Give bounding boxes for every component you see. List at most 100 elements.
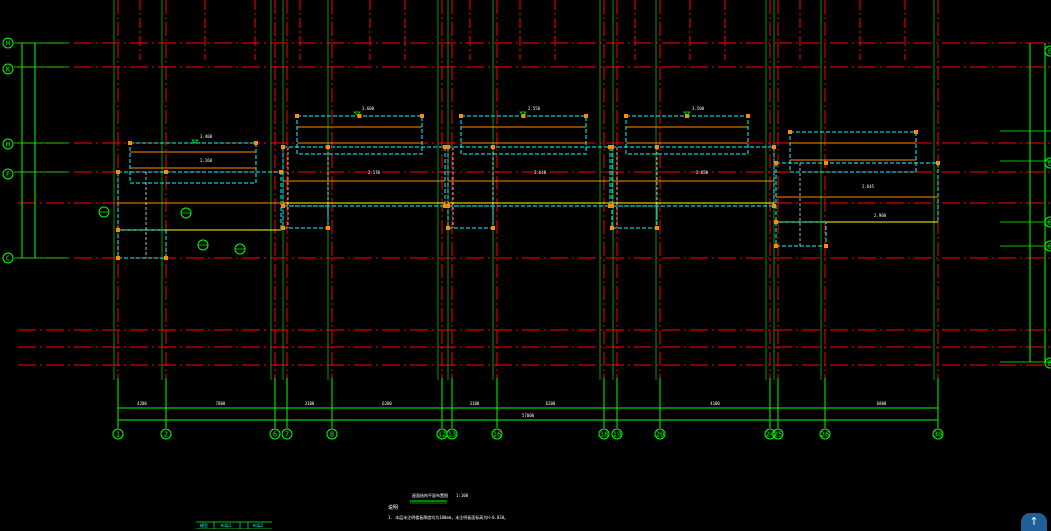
block5-pocket <box>775 221 827 247</box>
room-area-label: 2.160 <box>200 158 213 163</box>
column-dimension: 3100 <box>470 401 480 406</box>
block5-column <box>914 130 918 134</box>
room-area-label: 2.570 <box>368 170 381 175</box>
block4-column <box>772 145 776 149</box>
block2-column <box>295 114 299 118</box>
block2-upper-wing <box>296 115 423 155</box>
up-arrow-icon[interactable]: ↑ <box>1021 513 1047 531</box>
block3-column <box>446 204 450 208</box>
block1-column <box>254 141 258 145</box>
drawing-title: 屋面结构平面布置图 <box>412 492 448 498</box>
block3-column <box>491 145 495 149</box>
block2-pocket <box>282 205 329 229</box>
column-dimension: 6200 <box>382 401 392 406</box>
block4-column <box>772 204 776 208</box>
axis-bubble-bottom-label: 19 <box>613 431 621 439</box>
block3-column <box>491 226 495 230</box>
block4-upper-wing <box>625 115 749 155</box>
block1-column <box>279 170 283 174</box>
axis-bubble-bottom-label: 30 <box>934 431 942 439</box>
block2-column <box>281 226 285 230</box>
axis-bubble-left-label: K <box>6 66 11 74</box>
block1-column <box>164 170 168 174</box>
block3-main-slab <box>447 146 611 207</box>
block4-column <box>610 145 614 149</box>
block5-column <box>824 244 828 248</box>
block3-column <box>446 145 450 149</box>
layout-tab[interactable]: 模型 <box>200 522 208 528</box>
block4-main-slab <box>611 146 775 207</box>
level-mark-label: 3.400 <box>200 134 213 139</box>
room-area-label: 2.650 <box>696 170 709 175</box>
axis-bubble-bottom-label: 7 <box>285 431 289 439</box>
block5-upper-wing <box>789 131 917 173</box>
block4-pocket <box>611 205 658 229</box>
block4-column <box>610 204 614 208</box>
axis-bubble-bottom-label: 6 <box>273 431 277 439</box>
notes-line-1: 1. 本层未注明楼板厚度均为100mm，未注明板面标高为H-0.030。 <box>388 514 508 520</box>
column-dimension: 6800 <box>877 401 887 406</box>
block1-upper-wing <box>129 142 257 184</box>
block2-column <box>326 226 330 230</box>
axis-bubble-bottom-label: 2 <box>164 431 168 439</box>
block1-column <box>164 256 168 260</box>
room-area-label: 2.640 <box>534 170 547 175</box>
column-dimension: 4100 <box>710 401 720 406</box>
notes-heading: 说明 <box>388 504 398 511</box>
axis-bubble-bottom-label: 16 <box>493 431 501 439</box>
axis-bubble-bottom-label: 25 <box>774 431 782 439</box>
block4-column <box>655 145 659 149</box>
block1-column <box>128 141 132 145</box>
axis-bubble-bottom-label: 20 <box>656 431 664 439</box>
block4-column <box>624 114 628 118</box>
block3-column <box>446 226 450 230</box>
axis-bubble-bottom-label: 8 <box>330 431 334 439</box>
axis-bubble-bottom-label: 12 <box>438 431 446 439</box>
axis-bubble-left-label: F <box>6 171 10 179</box>
axis-bubble-bottom-label: 13 <box>448 431 456 439</box>
layout-tab[interactable]: 布局1 <box>221 522 232 528</box>
block5-column <box>774 161 778 165</box>
level-mark-label: 2.550 <box>528 106 541 111</box>
block5-column <box>774 244 778 248</box>
drawing-scale: 1:100 <box>456 493 469 498</box>
block5-column <box>774 220 778 224</box>
axis-bubble-left-label: H <box>6 141 10 149</box>
block2-column <box>281 145 285 149</box>
column-dimension: 6200 <box>546 401 556 406</box>
axis-bubble-bottom-label: 18 <box>600 431 608 439</box>
level-mark-label: 3.600 <box>362 106 375 111</box>
room-area-label: 2.900 <box>874 213 887 218</box>
block3-upper-wing <box>460 115 587 155</box>
block4-column <box>655 226 659 230</box>
cad-drawing-canvas[interactable]: HKHFCEEEEE4200 7800 3100 6200 3100 6200 4100 68… <box>0 0 1051 529</box>
column-dimension: 7800 <box>216 401 226 406</box>
overall-dimension: 57000 <box>522 413 535 418</box>
block5-column <box>788 130 792 134</box>
block2-column <box>281 204 285 208</box>
block3-column <box>459 114 463 118</box>
axis-bubble-bottom-label: 26 <box>821 431 829 439</box>
room-area-label: 2.645 <box>862 184 875 189</box>
block5-column <box>936 161 940 165</box>
axis-bubble-left-label: C <box>6 255 10 263</box>
block5-column <box>824 161 828 165</box>
block2-column <box>357 114 362 118</box>
block4-column <box>746 114 750 118</box>
block1-column <box>116 256 120 260</box>
axis-bubble-left-label: H <box>6 40 10 48</box>
axis-bubble-bottom-label: 1 <box>116 431 120 439</box>
block1-column <box>116 170 120 174</box>
block4-column <box>610 226 614 230</box>
column-dimension: 3100 <box>305 401 315 406</box>
column-dimension: 4200 <box>137 401 147 406</box>
block2-main-slab <box>282 146 446 207</box>
block1-main-slab <box>117 171 282 231</box>
level-marker <box>683 111 691 116</box>
layout-tab[interactable]: 布局2 <box>253 522 264 528</box>
block3-column <box>584 114 588 118</box>
level-mark-label: 3.500 <box>692 106 705 111</box>
block2-column <box>326 145 330 149</box>
block1-pocket <box>117 229 167 259</box>
block3-pocket <box>447 205 494 229</box>
